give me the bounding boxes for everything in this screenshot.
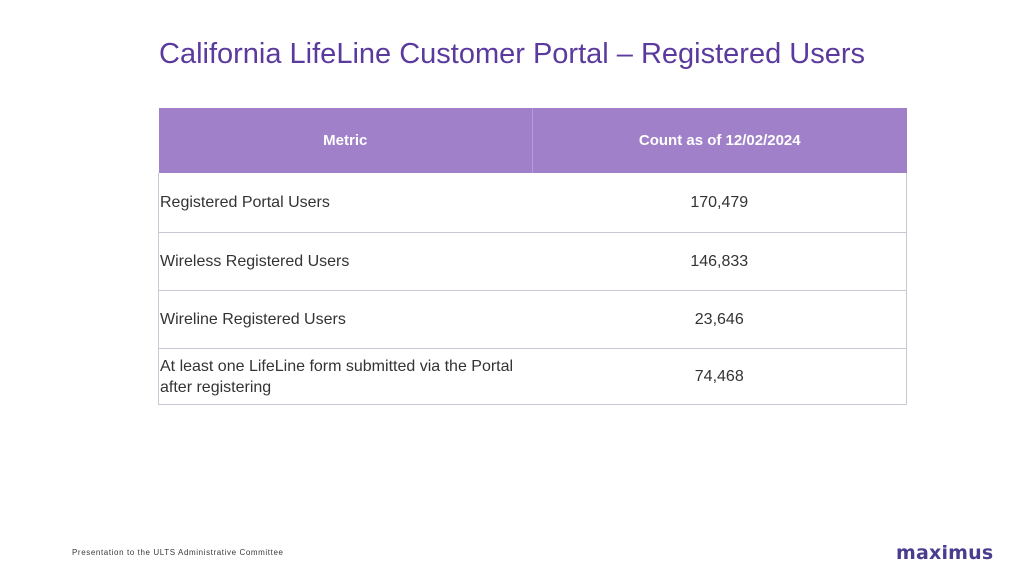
count-cell: 23,646 xyxy=(532,290,907,349)
table-header-row: Metric Count as of 12/02/2024 xyxy=(158,108,907,173)
count-cell: 170,479 xyxy=(532,173,907,233)
table-row: At least one LifeLine form submitted via… xyxy=(158,348,907,405)
metric-cell: Wireline Registered Users xyxy=(158,290,533,349)
registered-users-table: Metric Count as of 12/02/2024 Registered… xyxy=(158,108,907,405)
count-cell: 146,833 xyxy=(532,232,907,291)
metric-cell: Wireless Registered Users xyxy=(158,232,533,291)
count-cell: 74,468 xyxy=(532,348,907,405)
slide-title: California LifeLine Customer Portal – Re… xyxy=(159,38,865,70)
table-row: Registered Portal Users 170,479 xyxy=(158,173,907,233)
header-metric: Metric xyxy=(158,108,533,173)
metric-cell: At least one LifeLine form submitted via… xyxy=(158,348,533,405)
footer-text: Presentation to the ULTS Administrative … xyxy=(72,548,284,557)
metric-cell: Registered Portal Users xyxy=(158,173,533,233)
maximus-logo: maximus xyxy=(896,542,994,564)
header-count: Count as of 12/02/2024 xyxy=(532,108,907,173)
table-row: Wireline Registered Users 23,646 xyxy=(158,290,907,349)
table-row: Wireless Registered Users 146,833 xyxy=(158,232,907,291)
